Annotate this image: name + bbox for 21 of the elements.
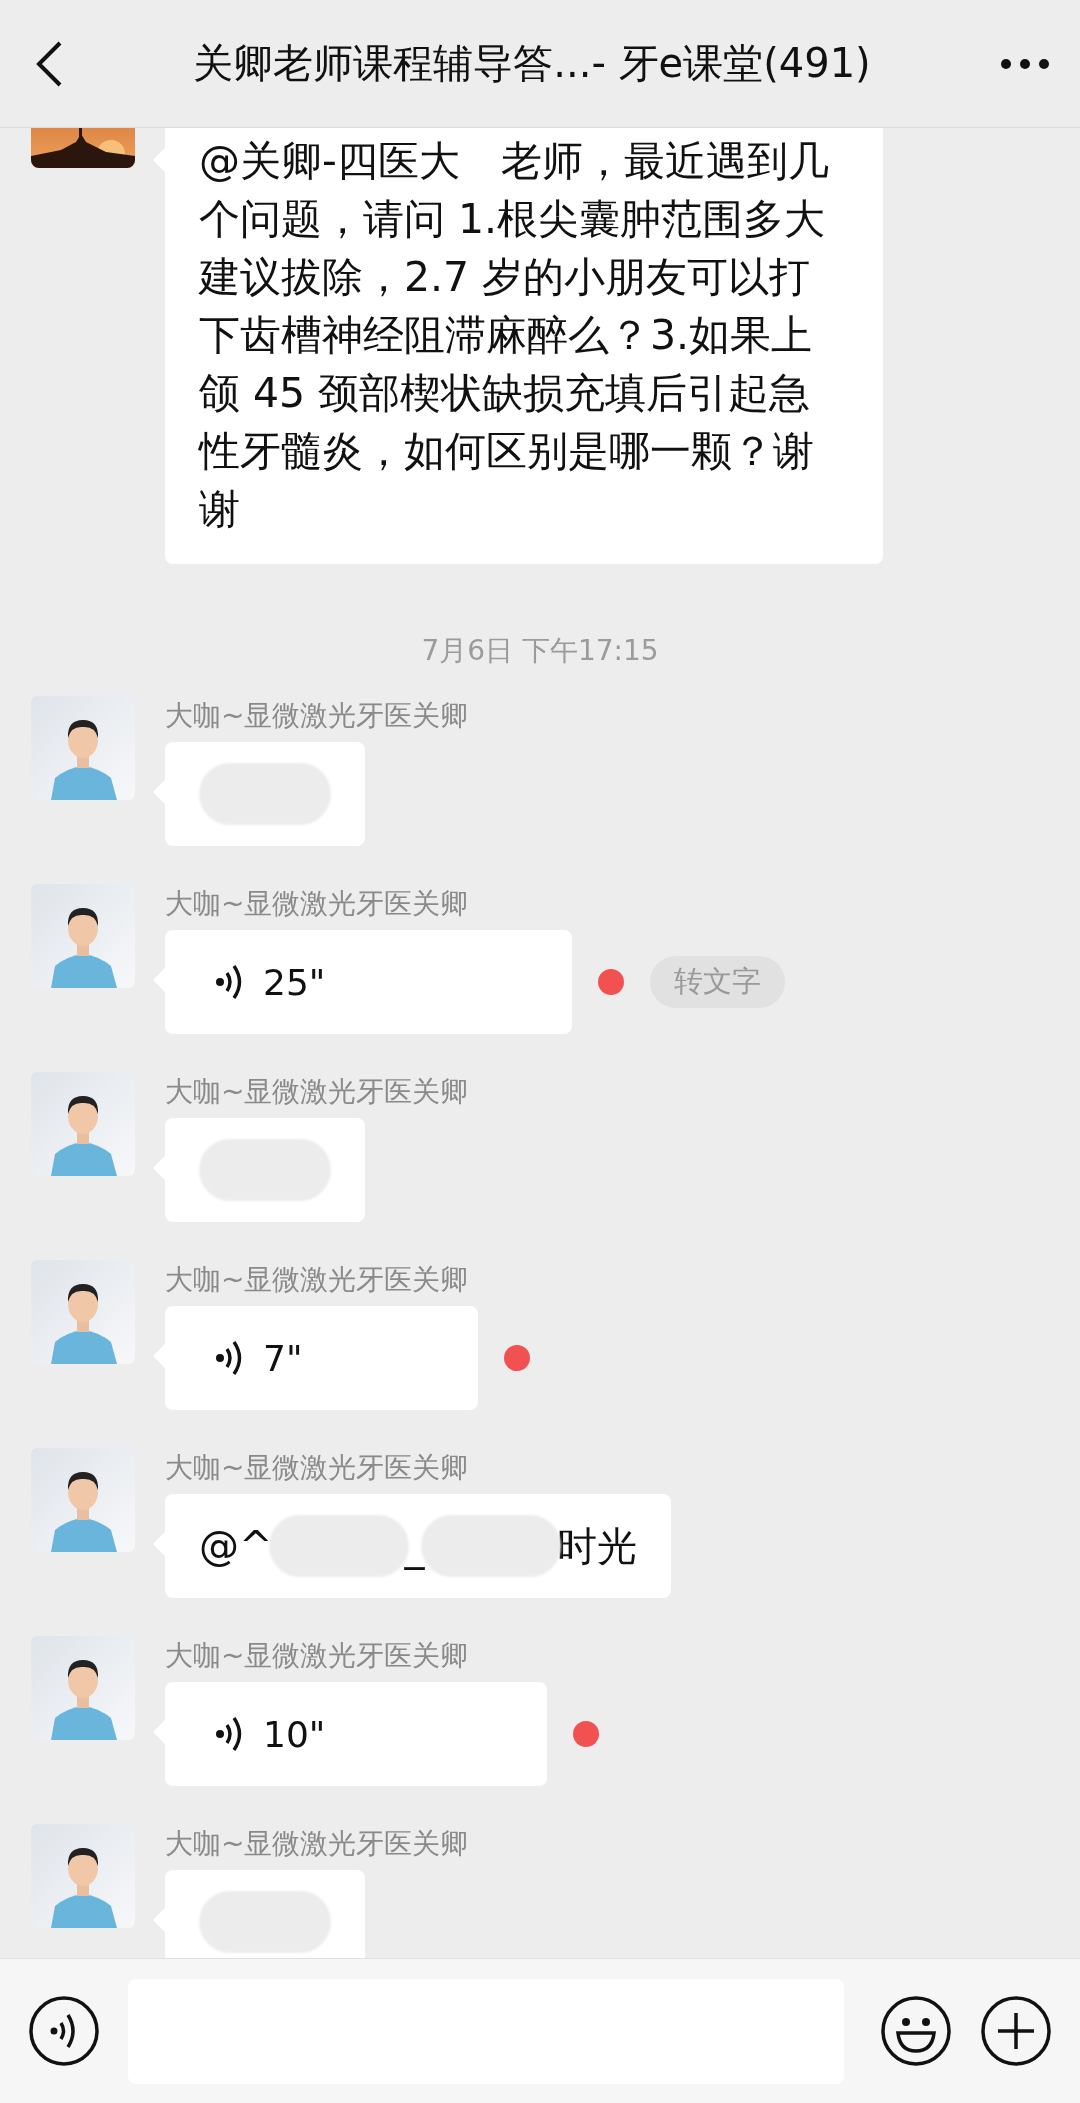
timestamp: 7月6日 下午17:15 [421,633,659,669]
sender-name: 大咖~显微激光牙医关卿 [165,1450,469,1486]
sender-name: 大咖~显微激光牙医关卿 [165,1826,469,1862]
sender-name: 大咖~显微激光牙医关卿 [165,886,469,922]
sender-name: 大咖~显微激光牙医关卿 [165,1074,469,1110]
message-text: _ [404,1523,425,1569]
voice-duration: 7" [263,1337,303,1379]
message-text: @^ [199,1523,273,1569]
more-icon[interactable] [1000,57,1050,70]
message-text: @关卿-四医大 老师，最近遇到几个问题，请问 1.根尖囊肿范围多大建议拔除，2.7 岁的小朋友可以打下齿槽神经阻滞麻醉么？3.如果上颌 45 颈部楔状缺损充填后引起急性牙髓炎，如何区别是哪一颗？谢谢 [199,136,830,535]
voice-duration: 10" [263,1713,326,1755]
message-text: 时光 [556,1521,637,1571]
sender-name: 大咖~显微激光牙医关卿 [165,1262,469,1298]
plus-icon[interactable] [980,1995,1052,2067]
voice-icon[interactable] [28,1995,100,2067]
voice-duration: 25" [263,961,326,1003]
sender-name: 大咖~显微激光牙医关卿 [165,698,469,734]
emoji-icon[interactable] [880,1995,952,2067]
sender-name: 大咖~显微激光牙医关卿 [165,1638,469,1674]
chat-title: 关卿老师课程辅导答...- 牙e课堂(491) [192,39,872,88]
back-icon[interactable] [34,39,64,88]
